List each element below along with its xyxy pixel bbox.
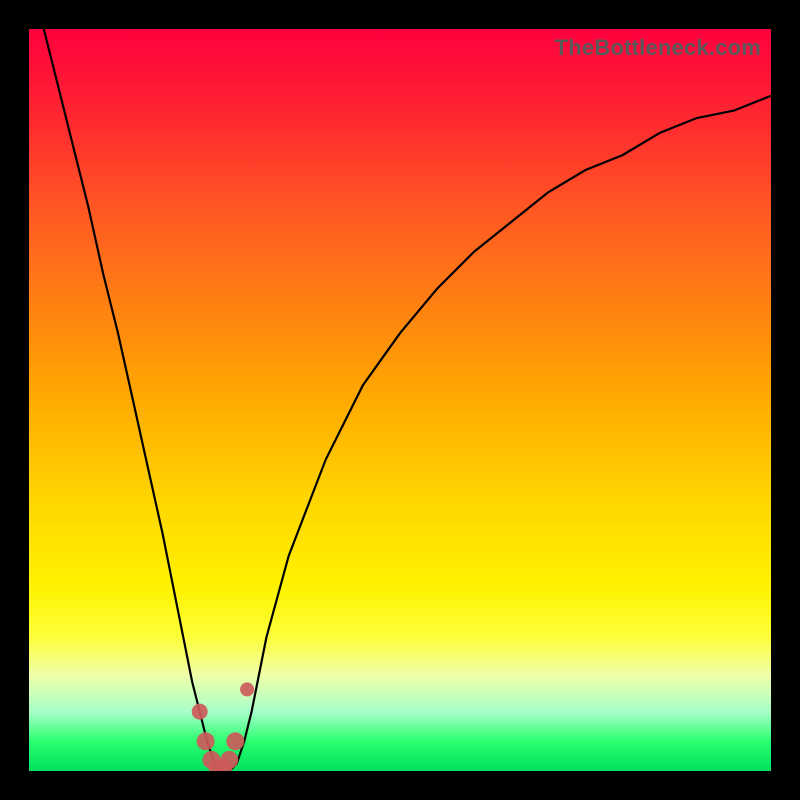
chart-svg	[29, 29, 771, 771]
marker-point	[240, 682, 254, 696]
marker-point	[220, 751, 238, 769]
marker-point	[197, 732, 215, 750]
plot-area: TheBottleneck.com	[29, 29, 771, 771]
bottleneck-curve	[29, 29, 771, 771]
marker-point	[226, 732, 244, 750]
chart-frame: TheBottleneck.com	[0, 0, 800, 800]
marker-group	[192, 682, 254, 771]
marker-point	[192, 704, 208, 720]
